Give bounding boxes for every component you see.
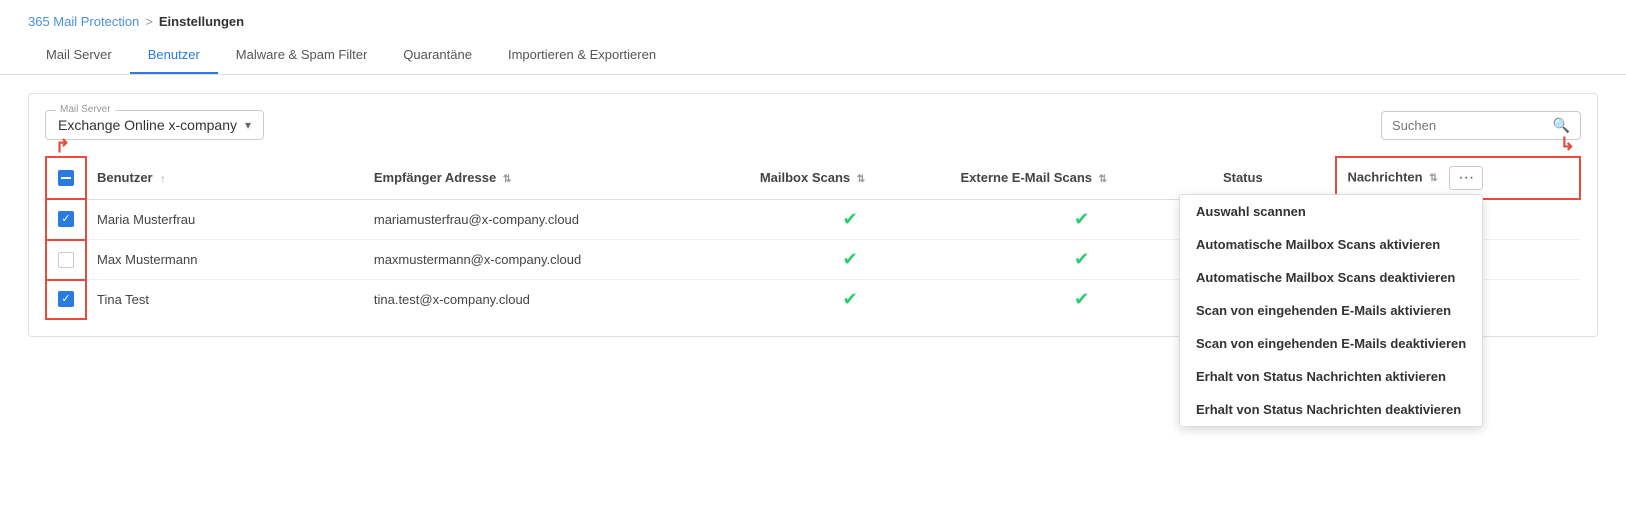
th-mailbox: Mailbox Scans ⇅ (750, 157, 951, 199)
server-selector-group[interactable]: Mail Server Exchange Online x-company ▾ (45, 110, 264, 140)
empfanger-2: maxmustermann@x-company.cloud (374, 252, 581, 267)
menu-item-status-aktivieren[interactable]: Erhalt von Status Nachrichten aktivieren (1180, 360, 1482, 393)
checkbox-minus-icon[interactable] (58, 170, 74, 186)
table-container: ↲ Benutzer ↑ Empfänger Adresse (45, 156, 1581, 320)
user-name-3[interactable]: Tina Test (97, 292, 149, 307)
td-benutzer-1: Maria Musterfrau (86, 199, 364, 240)
extern-check-3: ✔ (961, 289, 1203, 310)
breadcrumb-parent[interactable]: 365 Mail Protection (28, 14, 139, 29)
checkbox-row-1[interactable] (57, 211, 75, 227)
filter-mailbox-icon[interactable]: ⇅ (857, 174, 865, 185)
tab-benutzer[interactable]: Benutzer (130, 37, 218, 74)
main-content: Mail Server Exchange Online x-company ▾ … (0, 75, 1626, 355)
dropdown-arrow-icon: ▾ (245, 118, 251, 132)
filter-nachrichten-icon[interactable]: ⇅ (1429, 173, 1437, 184)
th-benutzer: Benutzer ↑ (86, 157, 364, 199)
card: Mail Server Exchange Online x-company ▾ … (28, 93, 1598, 337)
td-mailbox-2: ✔ (750, 240, 951, 280)
filter-extern-icon[interactable]: ⇅ (1099, 174, 1107, 185)
td-mailbox-3: ✔ (750, 280, 951, 320)
user-table: ↲ Benutzer ↑ Empfänger Adresse (45, 156, 1581, 320)
page-wrapper: 365 Mail Protection > Einstellungen Mail… (0, 0, 1626, 527)
menu-item-scan-eingehend-deaktivieren[interactable]: Scan von eingehenden E-Mails deaktiviere… (1180, 327, 1482, 360)
red-arrow-threedot: ↳ (1560, 134, 1575, 155)
context-menu: Auswahl scannen Automatische Mailbox Sca… (1179, 194, 1483, 427)
menu-item-auto-mailbox-deaktivieren[interactable]: Automatische Mailbox Scans deaktivieren (1180, 261, 1482, 294)
td-empfanger-3: tina.test@x-company.cloud (364, 280, 750, 320)
table-header-row: ↲ Benutzer ↑ Empfänger Adresse (46, 157, 1580, 199)
breadcrumb-separator: > (145, 14, 153, 29)
breadcrumb-current: Einstellungen (159, 14, 244, 29)
checkbox-checked-icon[interactable] (58, 211, 74, 227)
server-selector-area: Mail Server Exchange Online x-company ▾ … (45, 110, 1581, 140)
tab-malware-spam[interactable]: Malware & Spam Filter (218, 37, 385, 74)
td-select-2 (46, 240, 86, 280)
th-extern: Externe E-Mail Scans ⇅ (951, 157, 1213, 199)
td-empfanger-1: mariamusterfrau@x-company.cloud (364, 199, 750, 240)
td-empfanger-2: maxmustermann@x-company.cloud (364, 240, 750, 280)
menu-item-auswahl-scannen[interactable]: Auswahl scannen (1180, 195, 1482, 228)
td-mailbox-1: ✔ (750, 199, 951, 240)
menu-item-scan-eingehend-aktivieren[interactable]: Scan von eingehenden E-Mails aktivieren (1180, 294, 1482, 327)
td-extern-2: ✔ (951, 240, 1213, 280)
td-benutzer-3: Tina Test (86, 280, 364, 320)
filter-empfanger-icon[interactable]: ⇅ (503, 174, 511, 185)
th-nachrichten: ↳ Nachrichten ⇅ ··· Auswahl scannen Auto… (1336, 157, 1580, 199)
red-arrow-checkbox: ↲ (55, 134, 70, 155)
th-select: ↲ (46, 157, 86, 199)
extern-check-2: ✔ (961, 249, 1203, 270)
menu-item-status-deaktivieren[interactable]: Erhalt von Status Nachrichten deaktivier… (1180, 393, 1482, 426)
td-select-1 (46, 199, 86, 240)
menu-item-auto-mailbox-aktivieren[interactable]: Automatische Mailbox Scans aktivieren (1180, 228, 1482, 261)
empfanger-1: mariamusterfrau@x-company.cloud (374, 212, 579, 227)
sort-asc-icon[interactable]: ↑ (160, 174, 165, 185)
breadcrumb: 365 Mail Protection > Einstellungen (0, 0, 1626, 29)
user-name-2[interactable]: Max Mustermann (97, 252, 197, 267)
tab-quarantane[interactable]: Quarantäne (385, 37, 490, 74)
search-icon: 🔍 (1553, 117, 1570, 134)
td-benutzer-2: Max Mustermann (86, 240, 364, 280)
tab-importieren[interactable]: Importieren & Exportieren (490, 37, 674, 74)
search-bar: 🔍 (1381, 111, 1581, 140)
checkbox-checked-icon-3[interactable] (58, 291, 74, 307)
th-empfanger: Empfänger Adresse ⇅ (364, 157, 750, 199)
checkbox-unchecked-icon[interactable] (58, 252, 74, 268)
three-dot-button[interactable]: ··· (1449, 166, 1483, 190)
empfanger-3: tina.test@x-company.cloud (374, 292, 530, 307)
mailbox-check-2: ✔ (760, 249, 941, 270)
server-selector-text: Exchange Online x-company (58, 117, 237, 133)
tabs-bar: Mail Server Benutzer Malware & Spam Filt… (0, 37, 1626, 75)
server-selector-value[interactable]: Exchange Online x-company ▾ (58, 117, 251, 133)
th-status: Status (1213, 157, 1337, 199)
server-selector-label: Mail Server (56, 104, 115, 115)
checkbox-row-3[interactable] (57, 291, 75, 307)
checkbox-row-2[interactable] (57, 252, 75, 268)
mailbox-check-1: ✔ (760, 209, 941, 230)
td-extern-1: ✔ (951, 199, 1213, 240)
select-all-checkbox[interactable] (57, 170, 75, 186)
tab-mail-server[interactable]: Mail Server (28, 37, 130, 74)
mailbox-check-3: ✔ (760, 289, 941, 310)
extern-check-1: ✔ (961, 209, 1203, 230)
user-name-1[interactable]: Maria Musterfrau (97, 212, 195, 227)
td-extern-3: ✔ (951, 280, 1213, 320)
td-select-3 (46, 280, 86, 320)
search-input[interactable] (1392, 118, 1547, 133)
